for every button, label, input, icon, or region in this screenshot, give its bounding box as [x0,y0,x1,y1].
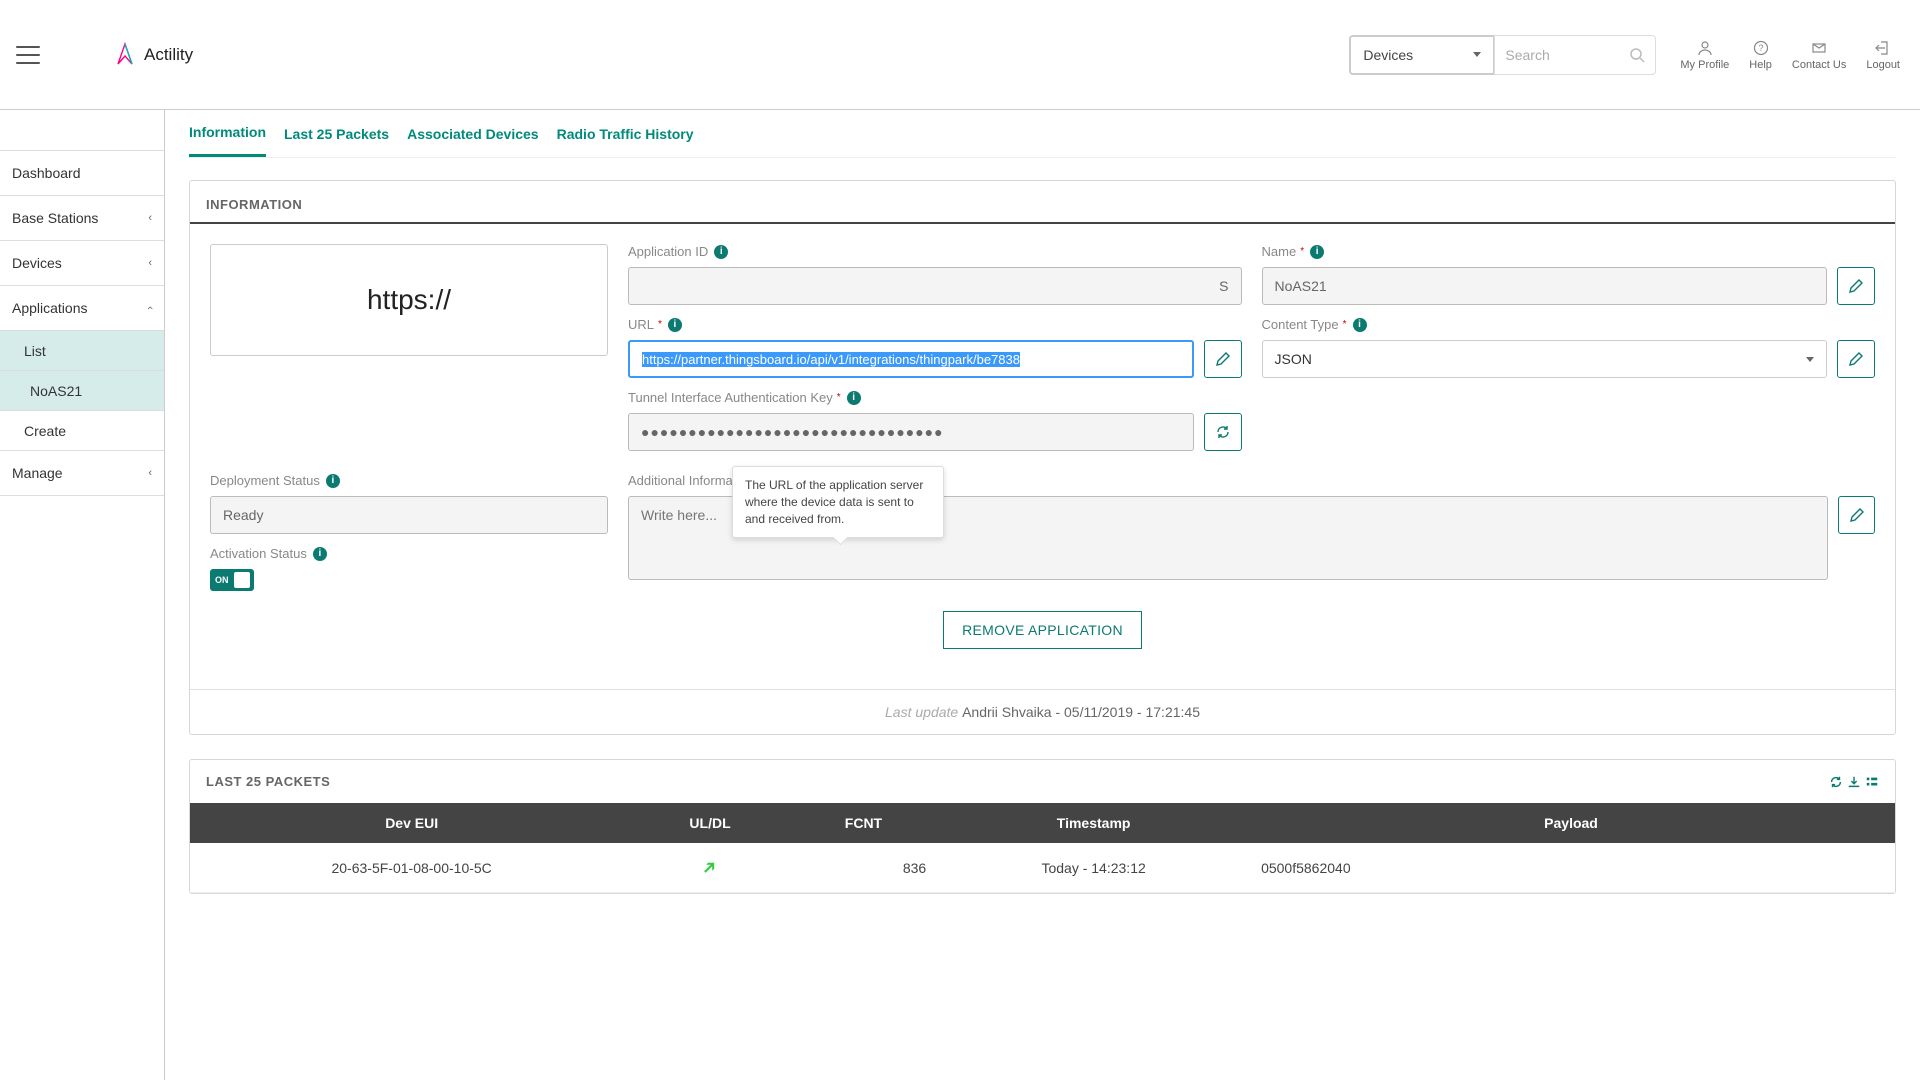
brand-name: Actility [144,45,193,65]
activation-toggle[interactable]: ON [210,569,254,591]
view-mode-icon[interactable] [1865,775,1879,789]
chevron-left-icon: ‹ [148,212,152,224]
col-dev-eui: Dev EUI [190,803,633,843]
cell-payload: 0500f5862040 [1247,843,1895,893]
information-panel-title: INFORMATION [190,181,1895,224]
col-fcnt: FCNT [787,803,940,843]
svg-text:?: ? [1758,43,1763,53]
name-label: Name* i [1262,244,1876,259]
info-icon[interactable]: i [714,245,728,259]
logout-icon [1875,39,1891,57]
sidebar-item-dashboard[interactable]: Dashboard [0,150,164,196]
last-update-footer: Last update Andrii Shvaika - 05/11/2019 … [190,689,1895,734]
toggle-knob [234,572,250,588]
col-payload: Payload [1247,803,1895,843]
chevron-down-icon [1473,52,1481,57]
sidebar-item-applications[interactable]: Applications‹ [0,286,164,331]
refresh-packets-icon[interactable] [1829,775,1843,789]
cell-fcnt: 836 [787,843,940,893]
brand-logo: Actility [112,42,193,68]
sidebar-item-base-stations[interactable]: Base Stations‹ [0,196,164,241]
tab-last-25-packets[interactable]: Last 25 Packets [284,112,389,156]
mail-icon [1811,39,1827,57]
edit-url-button[interactable] [1204,340,1242,378]
sidebar-sub-create[interactable]: Create [0,411,164,451]
url-tooltip: The URL of the application server where … [732,466,944,538]
deployment-status-label: Deployment Status i [210,473,608,488]
edit-content-type-button[interactable] [1837,340,1875,378]
activation-status-label: Activation Status i [210,546,608,561]
application-id-field: S [628,267,1242,305]
info-icon[interactable]: i [326,474,340,488]
cell-uldl: ➔ [633,843,786,893]
content-type-label: Content Type* i [1262,317,1876,332]
sidebar-sub-list[interactable]: List [0,331,164,371]
search-icon[interactable] [1629,47,1645,63]
cell-timestamp: Today - 14:23:12 [940,843,1247,893]
name-field: NoAS21 [1262,267,1828,305]
chevron-left-icon: ‹ [148,257,152,269]
tab-radio-traffic-history[interactable]: Radio Traffic History [557,112,694,156]
table-row[interactable]: 20-63-5F-01-08-00-10-5C ➔ 836 Today - 14… [190,843,1895,893]
packets-panel-title: LAST 25 PACKETS [206,774,330,789]
search-input[interactable] [1505,47,1629,63]
uplink-arrow-icon: ➔ [697,855,723,881]
url-label: URL* i [628,317,1242,332]
user-icon [1697,39,1713,57]
help-link[interactable]: ? Help [1739,33,1782,77]
logo-icon [112,42,138,68]
sidebar-item-manage[interactable]: Manage‹ [0,451,164,496]
col-uldl: UL/DL [633,803,786,843]
application-id-label: Application ID i [628,244,1242,259]
tab-information[interactable]: Information [189,110,266,157]
sidebar-sub-detail[interactable]: NoAS21 [0,371,164,411]
entity-type-select[interactable]: Devices [1349,35,1494,75]
export-packets-icon[interactable] [1847,775,1861,789]
regenerate-key-button[interactable] [1204,413,1242,451]
info-icon[interactable]: i [313,547,327,561]
chevron-left-icon: ‹ [148,467,152,479]
protocol-display: https:// [210,244,608,356]
col-timestamp: Timestamp [940,803,1247,843]
help-icon: ? [1753,39,1769,57]
deployment-status-field: Ready [210,496,608,534]
logout-link[interactable]: Logout [1856,33,1910,77]
remove-application-button[interactable]: REMOVE APPLICATION [943,611,1142,649]
hamburger-menu-icon[interactable] [16,46,40,64]
cell-dev-eui: 20-63-5F-01-08-00-10-5C [190,843,633,893]
tunnel-key-label: Tunnel Interface Authentication Key* i [628,390,1242,405]
chevron-down-icon [1806,357,1814,362]
info-icon[interactable]: i [1310,245,1324,259]
info-icon[interactable]: i [668,318,682,332]
chevron-up-icon: ‹ [144,306,156,310]
entity-type-label: Devices [1363,47,1413,63]
tab-associated-devices[interactable]: Associated Devices [407,112,539,156]
tunnel-key-field: ●●●●●●●●●●●●●●●●●●●●●●●●●●●●●●●● [628,413,1194,451]
edit-additional-info-button[interactable] [1838,496,1875,534]
content-type-select[interactable]: JSON [1262,340,1828,378]
my-profile-link[interactable]: My Profile [1670,33,1739,77]
url-input[interactable]: https://partner.thingsboard.io/api/v1/in… [628,340,1194,378]
contact-us-link[interactable]: Contact Us [1782,33,1856,77]
info-icon[interactable]: i [847,391,861,405]
info-icon[interactable]: i [1353,318,1367,332]
sidebar-item-devices[interactable]: Devices‹ [0,241,164,286]
edit-name-button[interactable] [1837,267,1875,305]
